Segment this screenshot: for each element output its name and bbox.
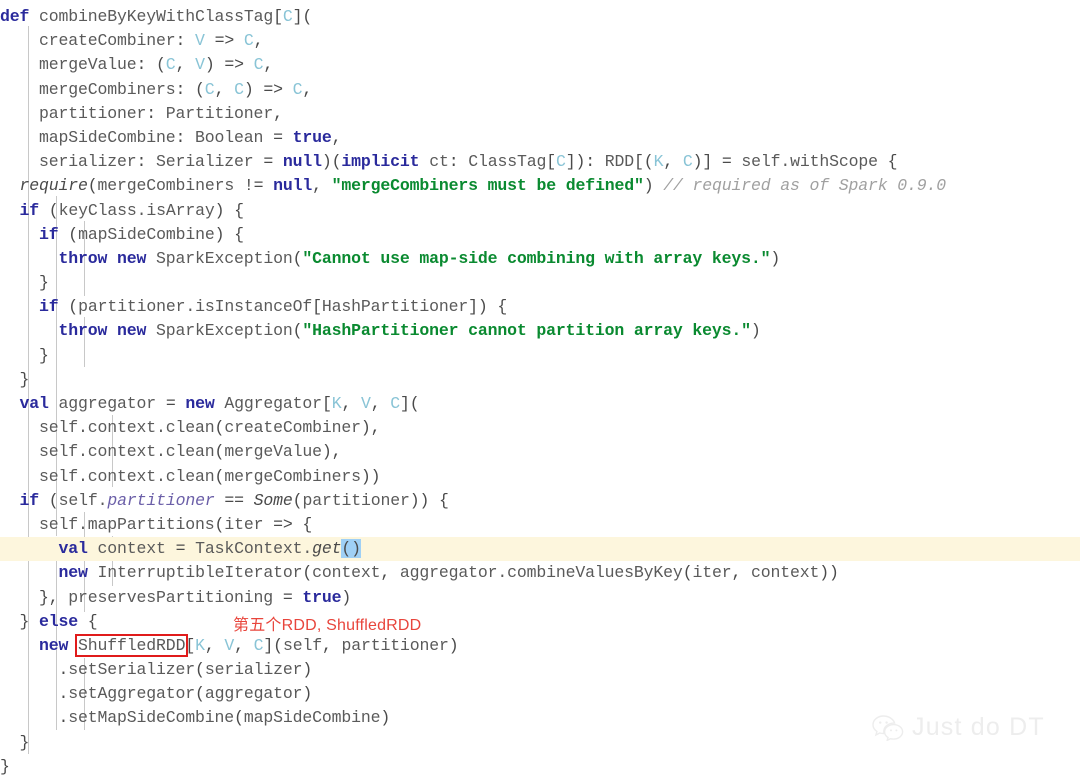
- code-line[interactable]: self.context.clean(createCombiner),: [0, 416, 1080, 440]
- code-line[interactable]: }: [0, 344, 1080, 368]
- code-line[interactable]: throw new SparkException("Cannot use map…: [0, 247, 1080, 271]
- watermark: Just do DT: [872, 713, 1045, 742]
- code-line[interactable]: }: [0, 271, 1080, 295]
- code-line[interactable]: .setSerializer(serializer): [0, 658, 1080, 682]
- code-line[interactable]: createCombiner: V => C,: [0, 29, 1080, 53]
- watermark-text: Just do DT: [912, 713, 1045, 741]
- highlighted-symbol-shuffledrdd[interactable]: ShuffledRDD: [75, 633, 189, 657]
- annotation-label: 第五个RDD, ShuffledRDD: [233, 617, 422, 634]
- code-line[interactable]: }: [0, 368, 1080, 392]
- code-line[interactable]: }, preservesPartitioning = true): [0, 586, 1080, 610]
- code-line[interactable]: if (self.partitioner == Some(partitioner…: [0, 489, 1080, 513]
- code-line[interactable]: if (partitioner.isInstanceOf[HashPartiti…: [0, 295, 1080, 319]
- code-line-current[interactable]: val context = TaskContext.get(): [0, 537, 1080, 562]
- code-line[interactable]: if (keyClass.isArray) {: [0, 199, 1080, 223]
- code-editor-pane[interactable]: def combineByKeyWithClassTag[C]( createC…: [0, 0, 1080, 776]
- code-line[interactable]: def combineByKeyWithClassTag[C](: [0, 5, 1080, 29]
- code-line[interactable]: self.context.clean(mergeCombiners)): [0, 465, 1080, 489]
- code-line[interactable]: serializer: Serializer = null)(implicit …: [0, 150, 1080, 174]
- text-selection[interactable]: (): [341, 539, 361, 559]
- code-line[interactable]: if (mapSideCombine) {: [0, 223, 1080, 247]
- code-line[interactable]: mapSideCombine: Boolean = true,: [0, 126, 1080, 150]
- wechat-icon: [872, 714, 904, 741]
- code-line[interactable]: .setAggregator(aggregator): [0, 682, 1080, 706]
- code-lines-container[interactable]: def combineByKeyWithClassTag[C]( createC…: [0, 0, 1080, 779]
- code-line[interactable]: partitioner: Partitioner,: [0, 102, 1080, 126]
- code-line[interactable]: new ShuffledRDD[K, V, C](self, partition…: [0, 633, 1080, 658]
- code-line[interactable]: require(mergeCombiners != null, "mergeCo…: [0, 174, 1080, 198]
- code-line[interactable]: self.mapPartitions(iter => {: [0, 513, 1080, 537]
- code-line[interactable]: mergeValue: (C, V) => C,: [0, 53, 1080, 77]
- code-line[interactable]: } else {: [0, 610, 1080, 634]
- code-line[interactable]: }: [0, 755, 1080, 779]
- code-line[interactable]: throw new SparkException("HashPartitione…: [0, 319, 1080, 343]
- code-line[interactable]: val aggregator = new Aggregator[K, V, C]…: [0, 392, 1080, 416]
- code-line[interactable]: mergeCombiners: (C, C) => C,: [0, 78, 1080, 102]
- code-line[interactable]: self.context.clean(mergeValue),: [0, 440, 1080, 464]
- code-line[interactable]: new InterruptibleIterator(context, aggre…: [0, 561, 1080, 585]
